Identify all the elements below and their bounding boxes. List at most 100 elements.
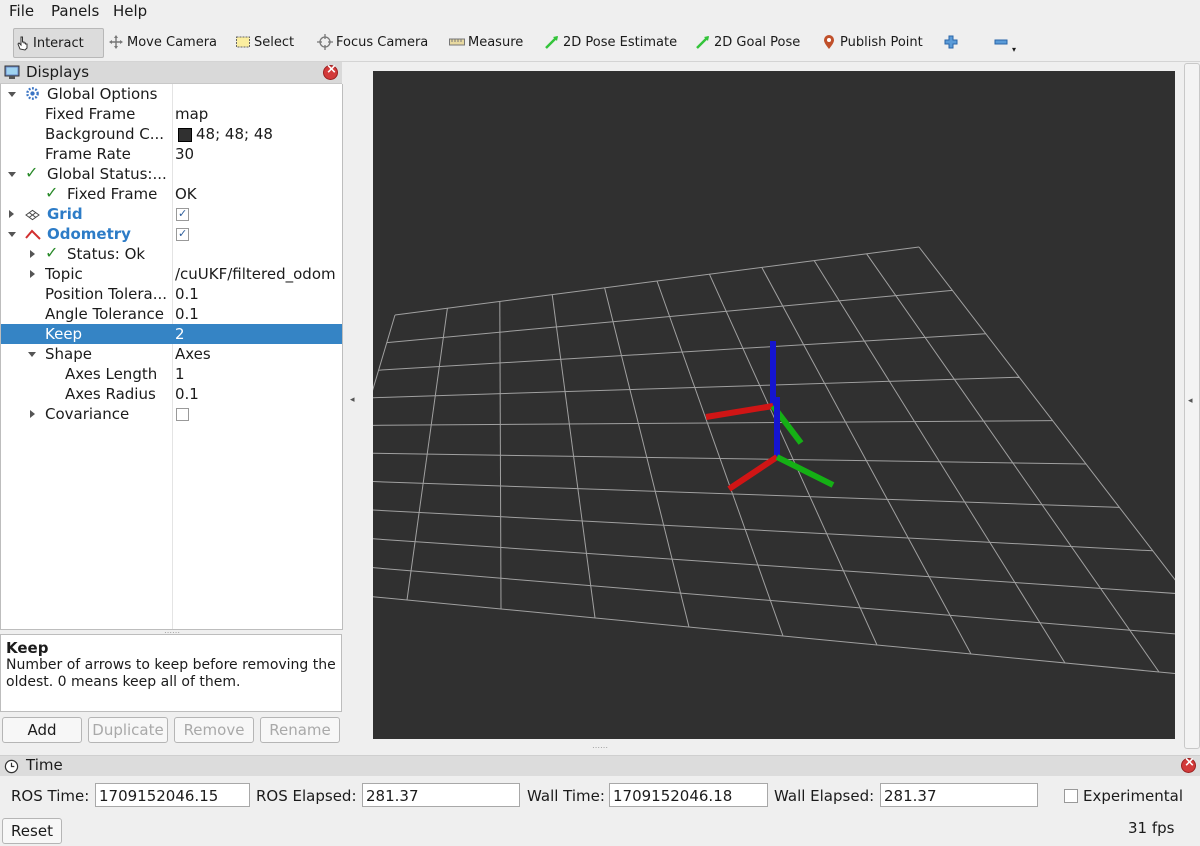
row-value[interactable]: 0.1 <box>175 284 199 304</box>
color-swatch[interactable] <box>178 128 192 142</box>
menu-panels[interactable]: Panels <box>51 2 99 20</box>
publish-point-tool[interactable]: Publish Point <box>821 28 923 56</box>
render-viewport[interactable] <box>312 71 1200 739</box>
ros-time-field[interactable]: 1709152046.15 <box>95 783 250 807</box>
row-name: Axes Radius <box>65 385 156 403</box>
ros-elapsed-field[interactable]: 281.37 <box>362 783 520 807</box>
right-dock-collapse[interactable]: ◂ <box>1184 63 1200 749</box>
odometry-enabled-checkbox[interactable] <box>176 224 189 244</box>
expand-arrow-icon[interactable] <box>8 92 16 97</box>
publish-point-label: Publish Point <box>840 34 923 50</box>
row-value[interactable]: 2 <box>175 324 185 344</box>
wall-time-label: Wall Time: <box>527 787 605 805</box>
covariance-checkbox[interactable] <box>176 408 189 421</box>
select-tool[interactable]: Select <box>235 28 294 56</box>
add-tool-button[interactable] <box>943 28 962 56</box>
tree-row-topic[interactable]: Topic /cuUKF/filtered_odom <box>1 264 342 284</box>
rename-button[interactable]: Rename <box>260 717 340 743</box>
collapse-left-icon[interactable]: ◂ <box>350 395 355 405</box>
tree-row-fixed-frame[interactable]: Fixed Frame map <box>1 104 342 124</box>
expand-arrow-icon[interactable] <box>8 232 16 237</box>
move-camera-tool[interactable]: Move Camera <box>108 28 217 56</box>
wall-elapsed-field[interactable]: 281.37 <box>880 783 1038 807</box>
row-value[interactable]: 30 <box>175 144 194 164</box>
expand-arrow-icon[interactable] <box>28 352 36 357</box>
expand-arrow-icon[interactable] <box>8 172 16 177</box>
grid-line <box>362 420 1053 426</box>
gear-icon <box>25 86 40 106</box>
grid-line <box>656 280 784 637</box>
close-icon[interactable] <box>1181 755 1196 773</box>
tree-row-odometry[interactable]: Odometry <box>1 224 342 244</box>
pose-estimate-tool[interactable]: 2D Pose Estimate <box>544 28 677 56</box>
collapse-arrow-icon[interactable] <box>9 210 14 218</box>
toolbar: Interact Move Camera Select Focus Camera… <box>0 23 1200 62</box>
row-value[interactable]: 0.1 <box>175 384 199 404</box>
reset-button[interactable]: Reset <box>2 818 62 844</box>
tree-row-axes-radius[interactable]: Axes Radius 0.1 <box>1 384 342 404</box>
fps-readout: 31 fps <box>1128 819 1175 837</box>
wall-time-field[interactable]: 1709152046.18 <box>609 783 768 807</box>
close-icon[interactable] <box>323 62 338 80</box>
row-value[interactable]: 1 <box>175 364 185 384</box>
focus-camera-tool[interactable]: Focus Camera <box>317 28 428 56</box>
splitter-handle[interactable]: ⋯⋯ <box>592 743 608 752</box>
tree-row-covariance[interactable]: Covariance <box>1 404 342 424</box>
row-name: Angle Tolerance <box>45 305 164 323</box>
tree-row-background-color[interactable]: Background C... 48; 48; 48 <box>1 124 342 144</box>
y-axis-2 <box>775 454 835 488</box>
wall-elapsed-label: Wall Elapsed: <box>774 787 875 805</box>
tree-row-position-tolerance[interactable]: Position Tolera... 0.1 <box>1 284 342 304</box>
add-button[interactable]: Add <box>2 717 82 743</box>
interact-label: Interact <box>33 35 84 51</box>
tree-row-global-options[interactable]: Global Options <box>1 84 342 104</box>
tree-row-axes-length[interactable]: Axes Length 1 <box>1 364 342 384</box>
goal-pose-tool[interactable]: 2D Goal Pose <box>695 28 800 56</box>
tree-row-angle-tolerance[interactable]: Angle Tolerance 0.1 <box>1 304 342 324</box>
menu-file[interactable]: File <box>9 2 34 20</box>
tree-row-status-ok[interactable]: ✓ Status: Ok <box>1 243 342 264</box>
tree-row-status-fixed-frame[interactable]: ✓ Fixed Frame OK <box>1 183 342 204</box>
tree-row-keep[interactable]: Keep 2 <box>1 324 342 344</box>
row-value: OK <box>175 185 197 203</box>
row-name: Odometry <box>47 225 131 243</box>
green-arrow-icon <box>544 34 560 50</box>
duplicate-button[interactable]: Duplicate <box>88 717 168 743</box>
collapse-arrow-icon[interactable] <box>30 410 35 418</box>
crosshair-icon <box>317 34 333 50</box>
row-value[interactable]: /cuUKF/filtered_odom <box>175 264 336 284</box>
grid-line <box>866 253 1160 673</box>
tree-row-frame-rate[interactable]: Frame Rate 30 <box>1 144 342 164</box>
measure-tool[interactable]: Measure <box>449 28 523 56</box>
row-value[interactable]: map <box>175 104 208 124</box>
checkmark-icon: ✓ <box>25 163 39 182</box>
row-value[interactable]: 48; 48; 48 <box>196 124 273 144</box>
monitor-icon <box>4 65 20 84</box>
collapse-arrow-icon[interactable] <box>30 270 35 278</box>
time-panel-header: Time <box>0 755 1200 776</box>
grid-line <box>337 507 1153 552</box>
tree-row-global-status[interactable]: ✓ Global Status:... <box>1 163 342 184</box>
interact-tool[interactable]: Interact <box>13 28 104 58</box>
grid-line <box>813 260 1066 664</box>
collapse-right-icon[interactable]: ◂ <box>1188 396 1193 406</box>
checkmark-icon: ✓ <box>45 183 59 202</box>
grid-enabled-checkbox[interactable] <box>176 204 189 224</box>
time-title: Time <box>26 756 63 774</box>
checkmark-icon: ✓ <box>45 243 59 262</box>
collapse-arrow-icon[interactable] <box>30 250 35 258</box>
ros-elapsed-label: ROS Elapsed: <box>256 787 357 805</box>
experimental-checkbox[interactable] <box>1064 789 1078 803</box>
remove-button[interactable]: Remove <box>174 717 254 743</box>
x-axis-2 <box>727 454 779 492</box>
clock-icon <box>4 759 19 778</box>
row-name: Global Options <box>47 85 158 103</box>
tree-row-shape[interactable]: Shape Axes <box>1 344 342 364</box>
menu-help[interactable]: Help <box>113 2 147 20</box>
minus-icon <box>993 34 1009 50</box>
row-name: Fixed Frame <box>45 105 136 123</box>
tree-row-grid[interactable]: Grid <box>1 204 342 224</box>
row-value[interactable]: Axes <box>175 344 211 364</box>
remove-tool-button[interactable]: ▾ <box>993 28 1016 56</box>
row-value[interactable]: 0.1 <box>175 304 199 324</box>
